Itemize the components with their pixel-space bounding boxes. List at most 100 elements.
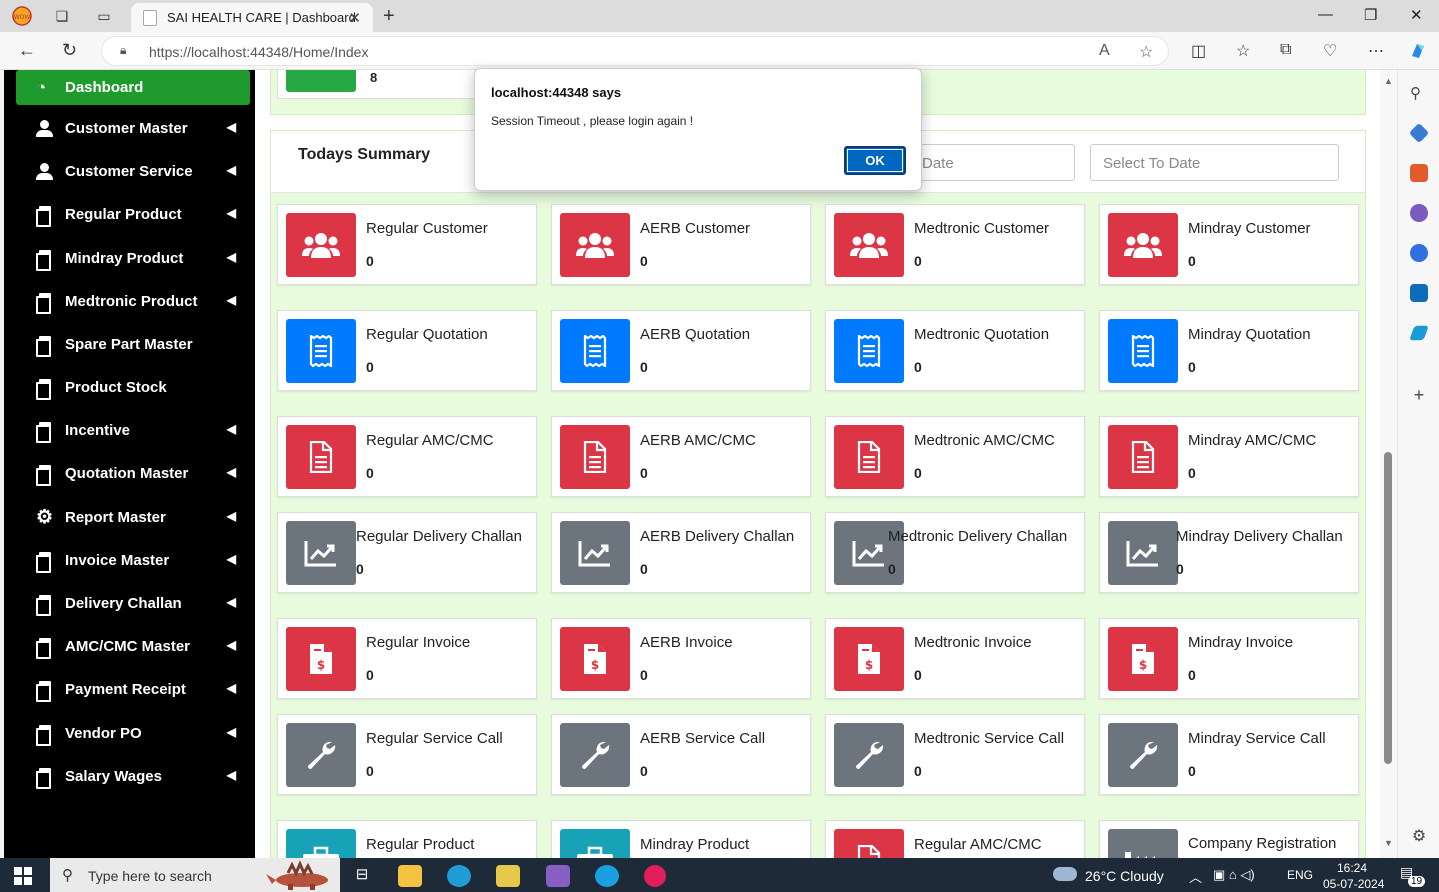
summary-card-mindray-customer[interactable]: Mindray Customer 0 bbox=[1099, 204, 1359, 285]
top-stat-card[interactable]: 8 bbox=[277, 70, 477, 99]
send-icon[interactable] bbox=[1409, 325, 1429, 341]
close-window-icon[interactable]: ✕ bbox=[1410, 6, 1423, 24]
edge-taskbar-icon[interactable] bbox=[447, 865, 471, 887]
summary-card-aerb-invoice[interactable]: $ AERB Invoice 0 bbox=[551, 618, 811, 699]
weather-text[interactable]: 26°C Cloudy bbox=[1085, 868, 1164, 884]
sidebar-item-payment-receipt[interactable]: Payment Receipt ◀ bbox=[16, 671, 250, 707]
page-scrollbar[interactable]: ▲ ▼ bbox=[1380, 70, 1397, 858]
tools-briefcase-icon[interactable] bbox=[1410, 164, 1428, 182]
summary-card-company-registration[interactable]: Company Registration bbox=[1099, 820, 1359, 858]
cloud-weather-icon[interactable] bbox=[1053, 867, 1077, 881]
scroll-up-icon[interactable]: ▲ bbox=[1384, 76, 1393, 86]
sidebar-item-quotation-master[interactable]: Quotation Master ◀ bbox=[16, 455, 250, 491]
slack-icon[interactable] bbox=[644, 865, 666, 887]
summary-card-regular-delivery-challan[interactable]: Regular Delivery Challan 0 bbox=[277, 512, 537, 593]
summary-card-regular-service-call[interactable]: Regular Service Call 0 bbox=[277, 714, 537, 795]
clock-time[interactable]: 16:24 bbox=[1337, 861, 1367, 875]
scroll-thumb[interactable] bbox=[1384, 452, 1392, 764]
summary-card-mindray-service-call[interactable]: Mindray Service Call 0 bbox=[1099, 714, 1359, 795]
copilot-icon[interactable] bbox=[1408, 41, 1428, 66]
summary-card-mindray-invoice[interactable]: $ Mindray Invoice 0 bbox=[1099, 618, 1359, 699]
sidebar-item-customer-service[interactable]: Customer Service ◀ bbox=[16, 153, 250, 189]
file-explorer-icon[interactable] bbox=[398, 865, 422, 887]
sidebar-item-customer-master[interactable]: Customer Master ◀ bbox=[16, 110, 250, 146]
sidebar-item-dashboard[interactable]: ◔ Dashboard bbox=[16, 70, 250, 105]
close-tab-icon[interactable]: ✕ bbox=[348, 9, 361, 27]
summary-card-aerb-amc-cmc[interactable]: AERB AMC/CMC 0 bbox=[551, 416, 811, 497]
workspaces-icon[interactable]: ❏ bbox=[52, 6, 72, 26]
minimize-icon[interactable]: — bbox=[1318, 6, 1333, 23]
back-icon[interactable]: ← bbox=[18, 40, 36, 61]
tab-actions-icon[interactable]: ▭ bbox=[94, 6, 114, 26]
summary-card-medtronic-customer[interactable]: Medtronic Customer 0 bbox=[825, 204, 1085, 285]
sidebar-item-report-master[interactable]: ⚙ Report Master ◀ bbox=[16, 499, 250, 535]
notification-count[interactable]: 19 bbox=[1408, 876, 1426, 887]
summary-card-regular-product[interactable]: Regular Product bbox=[277, 820, 537, 858]
summary-card-regular-customer[interactable]: Regular Customer 0 bbox=[277, 204, 537, 285]
address-bar[interactable]: 🔒︎ https://localhost:44348/Home/Index A … bbox=[101, 36, 1169, 66]
sidebar-item-salary-wages[interactable]: Salary Wages ◀ bbox=[16, 758, 250, 794]
sidebar-item-product-stock[interactable]: Product Stock bbox=[16, 369, 250, 405]
summary-card-aerb-quotation[interactable]: AERB Quotation 0 bbox=[551, 310, 811, 391]
sidebar-item-medtronic-product[interactable]: Medtronic Product ◀ bbox=[16, 283, 250, 319]
restore-icon[interactable]: ❐ bbox=[1364, 6, 1377, 24]
summary-card-mindray-amc-cmc[interactable]: Mindray AMC/CMC 0 bbox=[1099, 416, 1359, 497]
sidebar-item-invoice-master[interactable]: Invoice Master ◀ bbox=[16, 542, 250, 578]
summary-card-aerb-customer[interactable]: AERB Customer 0 bbox=[551, 204, 811, 285]
app-taskbar-icon[interactable] bbox=[496, 865, 520, 887]
summary-card-regular-amc-cmc[interactable]: Regular AMC/CMC 0 bbox=[277, 416, 537, 497]
refresh-icon[interactable]: ↻ bbox=[62, 40, 77, 61]
windows-start-icon[interactable] bbox=[14, 867, 32, 885]
edge-active-taskbar-icon[interactable] bbox=[595, 865, 619, 887]
from-date-input[interactable]: Date bbox=[909, 144, 1075, 181]
tray-chevron-icon[interactable]: ︿ bbox=[1189, 867, 1202, 886]
summary-card-mindray-delivery-challan[interactable]: Mindray Delivery Challan 0 bbox=[1099, 512, 1359, 593]
url-text[interactable]: https://localhost:44348/Home/Index bbox=[149, 44, 368, 60]
scroll-down-icon[interactable]: ▼ bbox=[1384, 838, 1393, 848]
summary-card-regular-invoice[interactable]: $ Regular Invoice 0 bbox=[277, 618, 537, 699]
sidebar-settings-icon[interactable]: ⚙ bbox=[1410, 828, 1428, 846]
sidebar-item-incentive[interactable]: Incentive ◀ bbox=[16, 412, 250, 448]
clock-date[interactable]: 05-07-2024 bbox=[1323, 877, 1384, 891]
visual-studio-icon[interactable] bbox=[546, 865, 570, 887]
summary-card-medtronic-quotation[interactable]: Medtronic Quotation 0 bbox=[825, 310, 1085, 391]
language-indicator[interactable]: ENG bbox=[1287, 868, 1313, 882]
to-date-input[interactable]: Select To Date bbox=[1090, 144, 1339, 181]
read-aloud-icon[interactable]: A bbox=[1099, 42, 1110, 60]
summary-card-regular-quotation[interactable]: Regular Quotation 0 bbox=[277, 310, 537, 391]
sidebar-item-amc-cmc-master[interactable]: AMC/CMC Master ◀ bbox=[16, 628, 250, 664]
summary-card-aerb-service-call[interactable]: AERB Service Call 0 bbox=[551, 714, 811, 795]
browser-essentials-icon[interactable]: ♡ bbox=[1323, 41, 1337, 61]
summary-card-medtronic-delivery-challan[interactable]: Medtronic Delivery Challan 0 bbox=[825, 512, 1085, 593]
browser-tab[interactable]: SAI HEALTH CARE | Dashboard ✕ bbox=[131, 3, 373, 32]
games-icon[interactable] bbox=[1410, 204, 1428, 222]
microsoft365-icon[interactable] bbox=[1410, 244, 1428, 262]
outlook-icon[interactable] bbox=[1410, 284, 1428, 302]
summary-card-medtronic-amc-cmc[interactable]: Medtronic AMC/CMC 0 bbox=[825, 416, 1085, 497]
sidebar-item-vendor-po[interactable]: Vendor PO ◀ bbox=[16, 715, 250, 751]
summary-card-aerb-delivery-challan[interactable]: AERB Delivery Challan 0 bbox=[551, 512, 811, 593]
tray-system-icons[interactable]: ▣ ⌂ ◁) bbox=[1213, 867, 1255, 883]
summary-card-mindray-quotation[interactable]: Mindray Quotation 0 bbox=[1099, 310, 1359, 391]
sidebar-item-regular-product[interactable]: Regular Product ◀ bbox=[16, 196, 250, 232]
favorites-icon[interactable]: ☆ bbox=[1236, 41, 1250, 61]
favorite-star-icon[interactable]: ☆ bbox=[1139, 42, 1153, 62]
summary-card-regular-amc-cmc[interactable]: Regular AMC/CMC bbox=[825, 820, 1085, 858]
shopping-tag-icon[interactable] bbox=[1408, 122, 1430, 144]
lock-icon[interactable]: 🔒︎ bbox=[120, 43, 126, 58]
more-options-icon[interactable]: ⋯ bbox=[1368, 41, 1384, 61]
summary-card-medtronic-service-call[interactable]: Medtronic Service Call 0 bbox=[825, 714, 1085, 795]
split-screen-icon[interactable]: ◫ bbox=[1191, 41, 1206, 61]
task-view-icon[interactable]: ⊟ bbox=[350, 865, 374, 887]
ok-button[interactable]: OK bbox=[844, 146, 906, 175]
taskbar-search-box[interactable]: ⚲ Type here to search bbox=[50, 858, 340, 892]
add-sidebar-app-icon[interactable]: + bbox=[1410, 386, 1428, 404]
profile-icon[interactable]: WOW bbox=[12, 6, 32, 26]
summary-card-mindray-product[interactable]: Mindray Product bbox=[551, 820, 811, 858]
search-icon[interactable]: ⚲ bbox=[1410, 84, 1428, 102]
sidebar-item-delivery-challan[interactable]: Delivery Challan ◀ bbox=[16, 585, 250, 621]
sidebar-item-spare-part-master[interactable]: Spare Part Master bbox=[16, 326, 250, 362]
collections-icon[interactable]: ⧉ bbox=[1280, 41, 1291, 59]
sidebar-item-mindray-product[interactable]: Mindray Product ◀ bbox=[16, 240, 250, 276]
summary-card-medtronic-invoice[interactable]: $ Medtronic Invoice 0 bbox=[825, 618, 1085, 699]
